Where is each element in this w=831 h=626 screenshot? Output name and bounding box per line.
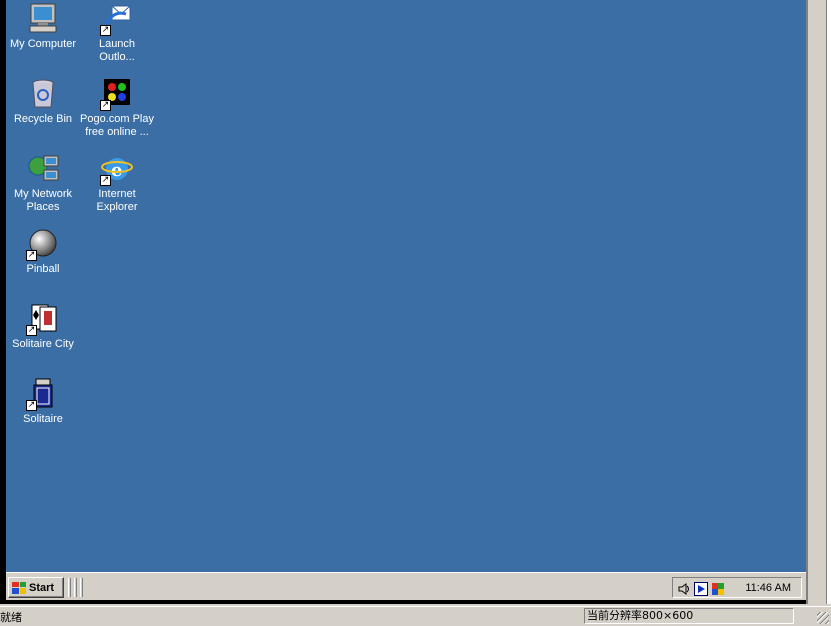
quick-launch-grip[interactable]: [80, 578, 83, 597]
desktop-icon-label: My Computer: [9, 38, 77, 50]
pinball-icon: ↗: [26, 227, 60, 261]
desktop-icon-solitaire[interactable]: ↗ Solitaire: [6, 377, 80, 426]
media-player-icon[interactable]: [694, 581, 708, 596]
shortcut-arrow-icon: ↗: [26, 250, 37, 261]
taskbar-separator: [74, 578, 77, 597]
desktop[interactable]: My Computer ↗ Launch Outlo... Recycle Bi…: [6, 0, 806, 572]
resize-grip[interactable]: [817, 612, 829, 624]
status-resolution-text: 当前分辨率800×600: [584, 608, 794, 624]
desktop-icon-internet-explorer[interactable]: e ↗ Internet Explorer: [80, 152, 154, 214]
solitaire-icon: ↗: [26, 377, 60, 411]
clock[interactable]: 11:46 AM: [745, 582, 791, 594]
desktop-icon-label: Pogo.com Play free online ...: [80, 113, 154, 138]
computer-icon: [26, 2, 60, 36]
shortcut-arrow-icon: ↗: [100, 175, 111, 186]
desktop-icon-label: Recycle Bin: [13, 113, 73, 125]
desktop-icon-recycle-bin[interactable]: Recycle Bin: [6, 77, 80, 126]
ie-icon: e ↗: [100, 152, 134, 186]
desktop-icon-label: Pinball: [26, 263, 60, 275]
desktop-icon-label: My Network Places: [13, 188, 73, 213]
pogo-icon: ↗: [100, 77, 134, 111]
shortcut-arrow-icon: ↗: [26, 325, 37, 336]
desktop-icon-label: Internet Explorer: [96, 188, 138, 213]
network-icon: [26, 152, 60, 186]
desktop-icon-my-network-places[interactable]: My Network Places: [6, 152, 80, 214]
shortcut-arrow-icon: ↗: [26, 400, 37, 411]
desktop-icon-solitaire-city[interactable]: ↗ Solitaire City: [6, 302, 80, 351]
vm-window: My Computer ↗ Launch Outlo... Recycle Bi…: [0, 0, 831, 626]
windows-flag-tray-icon[interactable]: [711, 581, 725, 595]
start-button[interactable]: Start: [8, 577, 64, 598]
taskbar-grip[interactable]: [68, 578, 71, 597]
shortcut-arrow-icon: ↗: [100, 100, 111, 111]
host-window-edge: [826, 0, 831, 604]
windows-logo-icon: [12, 581, 26, 594]
cards-icon: ↗: [26, 302, 60, 336]
shortcut-arrow-icon: ↗: [100, 25, 111, 36]
outlook-icon: ↗: [100, 2, 134, 36]
desktop-icon-my-computer[interactable]: My Computer: [6, 2, 80, 51]
start-button-label: Start: [29, 581, 55, 594]
desktop-icon-label: Solitaire: [23, 413, 63, 425]
volume-icon[interactable]: [677, 581, 691, 595]
system-tray: 11:46 AM: [672, 577, 802, 598]
taskbar: Start 11:46 AM: [6, 572, 806, 600]
vm-screen: My Computer ↗ Launch Outlo... Recycle Bi…: [0, 0, 808, 604]
desktop-icon-pinball[interactable]: ↗ Pinball: [6, 227, 80, 276]
status-ready-text: 就绪: [0, 611, 22, 624]
desktop-icon-label: Solitaire City: [12, 338, 74, 350]
host-status-bar: 就绪 当前分辨率800×600: [0, 606, 831, 626]
desktop-icon-pogo[interactable]: ↗ Pogo.com Play free online ...: [80, 77, 154, 139]
desktop-icon-launch-outlook[interactable]: ↗ Launch Outlo...: [80, 2, 154, 64]
desktop-icon-label: Launch Outlo...: [98, 38, 136, 63]
recycle-bin-icon: [26, 77, 60, 111]
